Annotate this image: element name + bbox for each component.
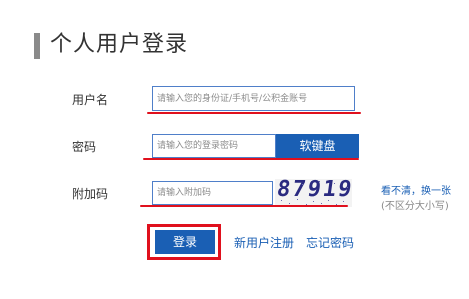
title-accent-bar [34, 33, 40, 59]
username-input[interactable] [152, 86, 355, 111]
password-label: 密码 [72, 140, 97, 154]
refresh-captcha-link[interactable]: 看不清，换一张 [381, 182, 451, 197]
forgot-password-link[interactable]: 忘记密码 [306, 235, 354, 251]
username-label: 用户名 [72, 93, 109, 107]
captcha-input[interactable] [152, 181, 273, 205]
register-link[interactable]: 新用户注册 [234, 235, 294, 251]
captcha-image[interactable]: 87919 [275, 179, 352, 207]
login-button[interactable]: 登录 [155, 230, 215, 254]
soft-keyboard-button[interactable]: 软键盘 [276, 134, 359, 158]
captcha-highlight-line [140, 205, 348, 207]
password-highlight-line [143, 158, 359, 160]
username-highlight-line [147, 112, 361, 114]
captcha-noise [281, 181, 348, 205]
page-title: 个人用户登录 [50, 32, 189, 57]
captcha-label: 附加码 [72, 187, 109, 201]
case-insensitive-hint: (不区分大小写) [381, 201, 449, 212]
password-input[interactable] [152, 134, 276, 158]
